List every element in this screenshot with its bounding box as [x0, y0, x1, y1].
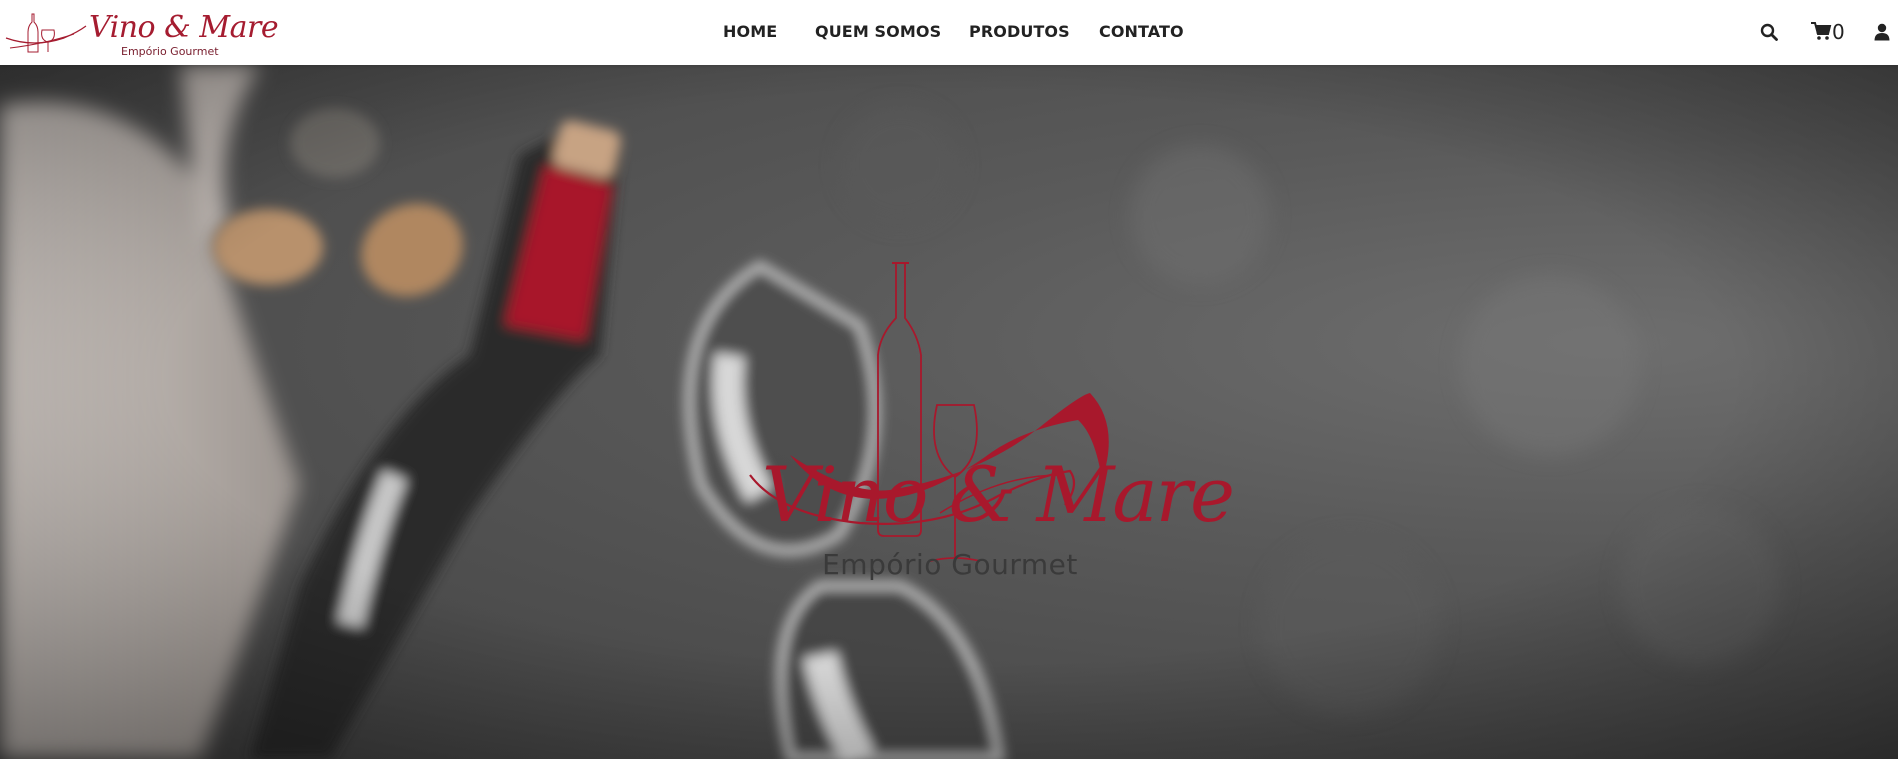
nav-item-quem-somos[interactable]: QUEM SOMOS	[815, 22, 941, 41]
nav-item-contato[interactable]: CONTATO	[1099, 22, 1184, 41]
hero-subtitle: Empório Gourmet	[822, 548, 1078, 581]
account-button[interactable]	[1874, 23, 1890, 46]
shopping-cart-icon	[1811, 22, 1832, 40]
nav-item-home[interactable]: HOME	[723, 22, 777, 41]
header-logo[interactable]: Vino & Mare Empório Gourmet	[4, 8, 279, 60]
hero-title: Vino & Mare	[762, 450, 1235, 539]
logo-text: Vino & Mare	[89, 10, 279, 45]
user-icon	[1874, 23, 1890, 41]
search-button[interactable]	[1760, 23, 1778, 46]
main-nav: HOME QUEM SOMOS PRODUTOS CONTATO	[0, 0, 1898, 65]
logo-tagline: Empório Gourmet	[121, 45, 219, 58]
nav-item-produtos[interactable]: PRODUTOS	[969, 22, 1070, 41]
cart-count: 0	[1832, 20, 1845, 44]
cart-button[interactable]	[1810, 21, 1832, 46]
search-icon	[1760, 23, 1778, 41]
logo-glass-icon	[5, 13, 87, 53]
hero-banner: Vino & Mare Empório Gourmet	[0, 65, 1898, 759]
hero-logo-emblem	[749, 262, 1109, 562]
site-header: Vino & Mare Empório Gourmet HOME QUEM SO…	[0, 0, 1898, 65]
